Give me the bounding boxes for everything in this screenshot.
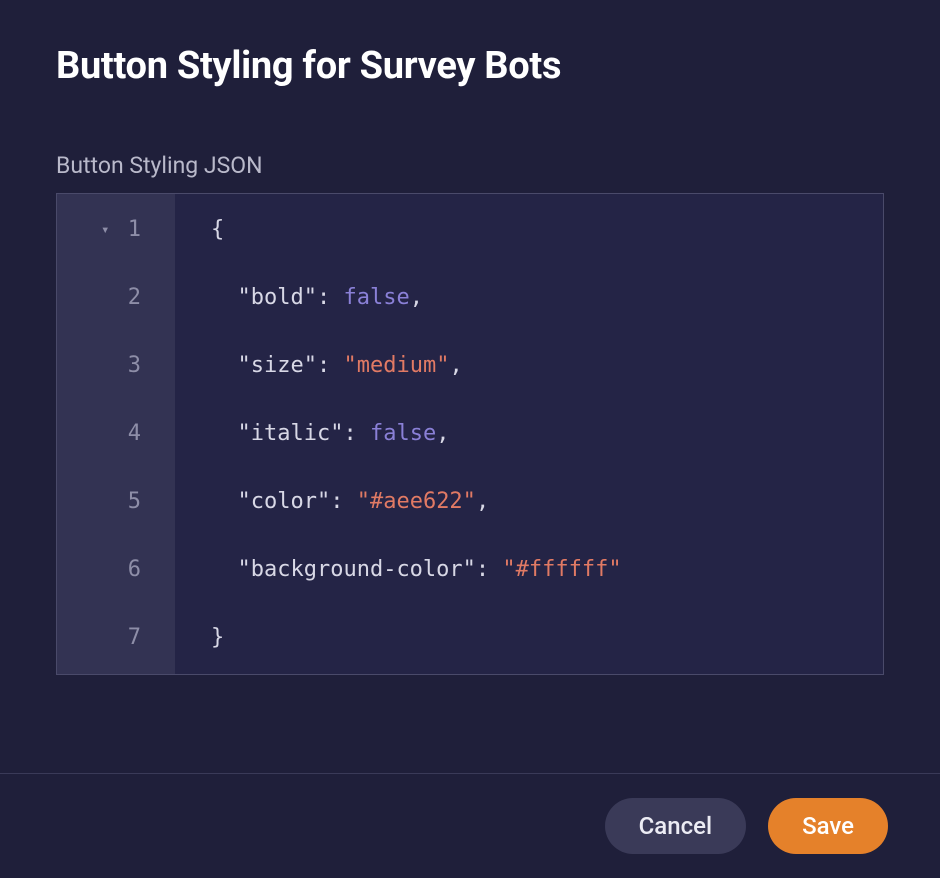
- code-line: "italic": false,: [211, 400, 883, 468]
- gutter-line-number: 1▾: [57, 196, 175, 264]
- token-bool: false: [343, 285, 409, 310]
- json-field-label: Button Styling JSON: [56, 152, 884, 179]
- token-punc: ,: [476, 489, 489, 514]
- code-line: "size": "medium",: [211, 332, 883, 400]
- button-styling-dialog: Button Styling for Survey Bots Button St…: [0, 0, 940, 878]
- fold-caret-icon[interactable]: ▾: [101, 196, 109, 264]
- editor-code-area[interactable]: { "bold": false, "size": "medium", "ital…: [175, 194, 883, 674]
- token-str: "medium": [343, 353, 449, 378]
- token-str: "#ffffff": [502, 557, 621, 582]
- token-key: "italic": [238, 421, 344, 446]
- gutter-line-number: 4: [57, 400, 175, 468]
- dialog-title: Button Styling for Survey Bots: [56, 44, 884, 88]
- code-line: "background-color": "#ffffff": [211, 536, 883, 604]
- gutter-line-number: 5: [57, 468, 175, 536]
- cancel-button[interactable]: Cancel: [605, 798, 746, 854]
- token-key: "background-color": [238, 557, 476, 582]
- dialog-footer: Cancel Save: [0, 773, 940, 878]
- token-punc: :: [343, 421, 370, 446]
- token-punc: ,: [436, 421, 449, 446]
- token-punc: {: [211, 217, 224, 242]
- editor-gutter: 1▾234567: [57, 194, 175, 674]
- code-line: {: [211, 196, 883, 264]
- dialog-body: Button Styling for Survey Bots Button St…: [0, 0, 940, 773]
- token-key: "size": [238, 353, 317, 378]
- json-code-editor[interactable]: 1▾234567 { "bold": false, "size": "mediu…: [56, 193, 884, 675]
- save-button[interactable]: Save: [768, 798, 888, 854]
- token-key: "bold": [238, 285, 317, 310]
- token-punc: :: [317, 285, 344, 310]
- token-punc: :: [330, 489, 357, 514]
- token-punc: }: [211, 625, 224, 650]
- code-line: }: [211, 604, 883, 672]
- token-punc: :: [476, 557, 503, 582]
- gutter-line-number: 7: [57, 604, 175, 672]
- token-punc: ,: [449, 353, 462, 378]
- gutter-line-number: 3: [57, 332, 175, 400]
- token-bool: false: [370, 421, 436, 446]
- code-line: "bold": false,: [211, 264, 883, 332]
- gutter-line-number: 6: [57, 536, 175, 604]
- token-punc: ,: [410, 285, 423, 310]
- token-punc: :: [317, 353, 344, 378]
- code-line: "color": "#aee622",: [211, 468, 883, 536]
- gutter-line-number: 2: [57, 264, 175, 332]
- token-str: "#aee622": [357, 489, 476, 514]
- token-key: "color": [238, 489, 331, 514]
